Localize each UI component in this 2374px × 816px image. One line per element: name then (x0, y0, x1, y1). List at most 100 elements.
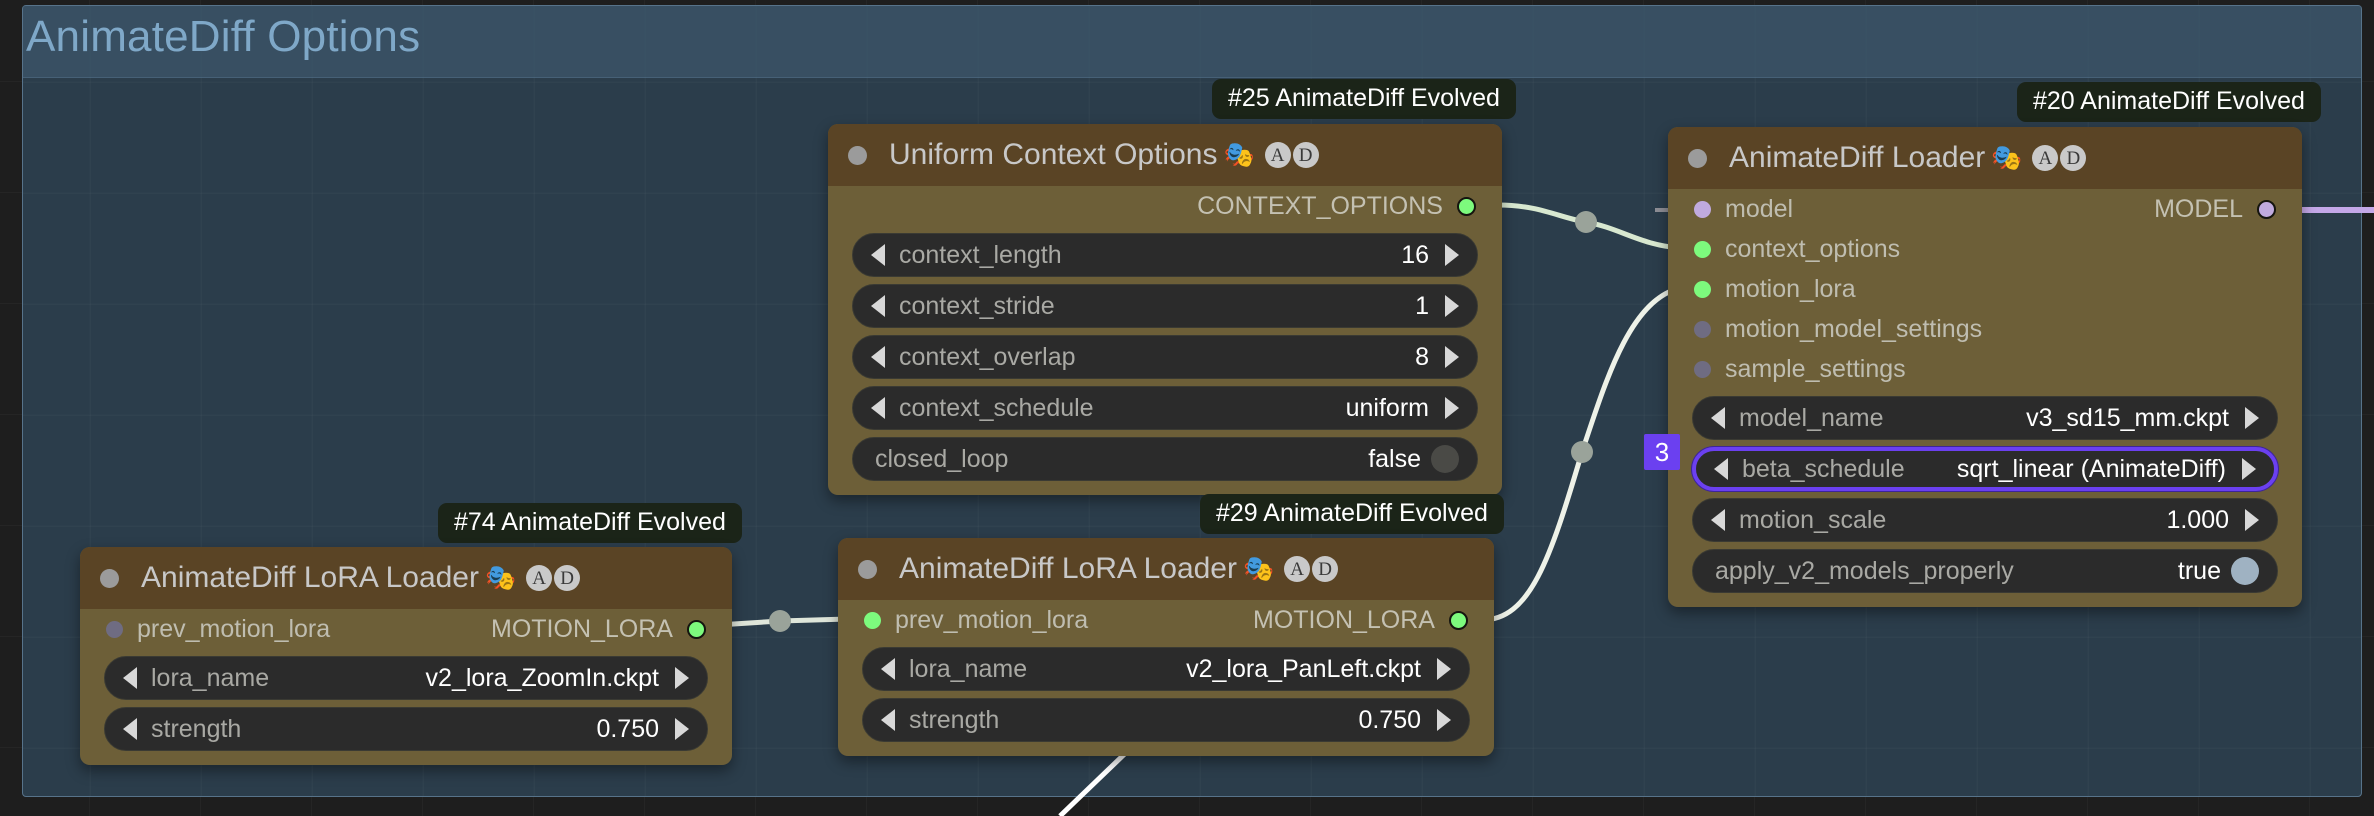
widget-context-stride[interactable]: context_stride 1 (852, 284, 1478, 328)
circled-a-icon: A (2032, 145, 2059, 171)
output-slot-context-options[interactable]: CONTEXT_OPTIONS (828, 186, 1502, 226)
widget-value[interactable]: v2_lora_ZoomIn.ckpt (426, 664, 659, 693)
widget-wrap-closed-loop: closed_loop false (828, 437, 1502, 481)
collapse-dot-icon[interactable] (848, 145, 867, 165)
widget-label: lora_name (151, 663, 270, 692)
input-slot-dot-prev-motion-lora[interactable] (106, 620, 123, 638)
circled-d-icon: D (1312, 556, 1339, 582)
widget-lora-name-74[interactable]: lora_name v2_lora_ZoomIn.ckpt (104, 656, 708, 700)
node-animatediff-loader[interactable]: AnimateDiff Loader 🎭 A D model MODEL con… (1668, 127, 2302, 607)
widget-value[interactable]: sqrt_linear (AnimateDiff) (1957, 455, 2226, 484)
widget-value[interactable]: 8 (1415, 343, 1429, 372)
chevron-right-icon[interactable] (675, 667, 689, 689)
input-slot-dot-motion-lora[interactable] (1694, 280, 1711, 298)
circled-a-icon: A (1264, 142, 1291, 168)
chevron-right-icon[interactable] (1445, 244, 1459, 266)
output-slot-dot-model[interactable] (2257, 199, 2276, 219)
theater-masks-icon: 🎭 (1991, 143, 2023, 172)
widget-value[interactable]: v3_sd15_mm.ckpt (2026, 404, 2229, 433)
output-slot-label: CONTEXT_OPTIONS (1197, 191, 1443, 220)
chevron-left-icon[interactable] (871, 397, 885, 419)
widget-context-schedule[interactable]: context_schedule uniform (852, 386, 1478, 430)
circled-d-icon: D (1292, 142, 1319, 168)
chevron-right-icon[interactable] (675, 718, 689, 740)
chevron-right-icon[interactable] (2245, 509, 2259, 531)
node-title-label-20: AnimateDiff Loader (1729, 141, 1986, 174)
widget-label: strength (909, 705, 1000, 734)
toggle-knob-icon[interactable] (2231, 557, 2259, 585)
widget-beta-schedule[interactable]: beta_schedule sqrt_linear (AnimateDiff) (1692, 447, 2278, 491)
node-badge-29: #29 AnimateDiff Evolved (1200, 494, 1504, 535)
slot-row-model[interactable]: model MODEL (1668, 189, 2302, 229)
node-uniform-context-options[interactable]: Uniform Context Options 🎭 A D CONTEXT_OP… (828, 124, 1502, 495)
slot-row-prev-motion-lora-29[interactable]: prev_motion_lora MOTION_LORA (838, 600, 1494, 640)
widget-value[interactable]: 0.750 (1358, 706, 1421, 735)
widget-wrap-strength-74: strength 0.750 (80, 707, 732, 751)
widget-value[interactable]: 1 (1415, 292, 1429, 321)
node-body-74: prev_motion_lora MOTION_LORA lora_name v… (80, 609, 732, 765)
widget-closed-loop[interactable]: closed_loop false (852, 437, 1478, 481)
output-slot-dot-context-options[interactable] (1457, 196, 1476, 216)
slot-row-sample-settings[interactable]: sample_settings (1668, 349, 2302, 389)
slot-row-context-options[interactable]: context_options (1668, 229, 2302, 269)
widget-value[interactable]: 0.750 (596, 715, 659, 744)
widget-value[interactable]: 1.000 (2166, 506, 2229, 535)
input-slot-dot-motion-model-settings[interactable] (1694, 320, 1711, 338)
node-animatediff-lora-loader-74[interactable]: AnimateDiff LoRA Loader 🎭 A D prev_motio… (80, 547, 732, 765)
input-slot-dot-context-options[interactable] (1694, 240, 1711, 258)
widget-label: motion_scale (1739, 505, 1887, 534)
collapse-dot-icon[interactable] (1688, 148, 1707, 168)
collapse-dot-icon[interactable] (100, 568, 119, 588)
toggle-knob-icon[interactable] (1431, 445, 1459, 473)
chevron-left-icon[interactable] (871, 346, 885, 368)
chevron-left-icon[interactable] (1711, 407, 1725, 429)
input-slot-dot-prev-motion-lora[interactable] (864, 611, 881, 629)
chevron-right-icon[interactable] (1445, 397, 1459, 419)
chevron-right-icon[interactable] (1437, 709, 1451, 731)
widget-motion-scale[interactable]: motion_scale 1.000 (1692, 498, 2278, 542)
node-header-29[interactable]: AnimateDiff LoRA Loader 🎭 A D (838, 538, 1494, 600)
widget-lora-name-29[interactable]: lora_name v2_lora_PanLeft.ckpt (862, 647, 1470, 691)
input-slot-dot-model[interactable] (1694, 200, 1711, 218)
chevron-right-icon[interactable] (2242, 458, 2256, 480)
chevron-left-icon[interactable] (123, 667, 137, 689)
slot-row-motion-lora[interactable]: motion_lora (1668, 269, 2302, 309)
execution-order-badge-3: 3 (1644, 434, 1680, 470)
node-header-25[interactable]: Uniform Context Options 🎭 A D (828, 124, 1502, 186)
widget-context-overlap[interactable]: context_overlap 8 (852, 335, 1478, 379)
chevron-left-icon[interactable] (871, 244, 885, 266)
chevron-right-icon[interactable] (1445, 346, 1459, 368)
widget-label: lora_name (909, 654, 1028, 683)
node-header-74[interactable]: AnimateDiff LoRA Loader 🎭 A D (80, 547, 732, 609)
widget-label: context_schedule (899, 393, 1094, 422)
widget-strength-74[interactable]: strength 0.750 (104, 707, 708, 751)
chevron-left-icon[interactable] (1711, 509, 1725, 531)
node-graph-canvas[interactable]: AnimateDiff Options #25 AnimateDiff Evol… (0, 0, 2374, 816)
widget-model-name[interactable]: model_name v3_sd15_mm.ckpt (1692, 396, 2278, 440)
widget-strength-29[interactable]: strength 0.750 (862, 698, 1470, 742)
input-slot-label: sample_settings (1725, 354, 1906, 383)
chevron-right-icon[interactable] (1437, 658, 1451, 680)
slot-row-prev-motion-lora-74[interactable]: prev_motion_lora MOTION_LORA (80, 609, 732, 649)
slot-row-motion-model-settings[interactable]: motion_model_settings (1668, 309, 2302, 349)
widget-value[interactable]: uniform (1346, 394, 1429, 423)
widget-apply-v2-models-properly[interactable]: apply_v2_models_properly true (1692, 549, 2278, 593)
widget-value[interactable]: v2_lora_PanLeft.ckpt (1186, 655, 1421, 684)
chevron-left-icon[interactable] (1714, 458, 1728, 480)
node-animatediff-lora-loader-29[interactable]: AnimateDiff LoRA Loader 🎭 A D prev_motio… (838, 538, 1494, 756)
input-slot-dot-sample-settings[interactable] (1694, 360, 1711, 378)
chevron-right-icon[interactable] (2245, 407, 2259, 429)
node-header-20[interactable]: AnimateDiff Loader 🎭 A D (1668, 127, 2302, 189)
output-slot-dot-motion-lora[interactable] (1449, 610, 1468, 630)
chevron-left-icon[interactable] (871, 295, 885, 317)
widget-context-length[interactable]: context_length 16 (852, 233, 1478, 277)
chevron-left-icon[interactable] (123, 718, 137, 740)
chevron-right-icon[interactable] (1445, 295, 1459, 317)
widget-label: apply_v2_models_properly (1715, 556, 2014, 585)
widget-label: strength (151, 714, 242, 743)
chevron-left-icon[interactable] (881, 658, 895, 680)
collapse-dot-icon[interactable] (858, 559, 877, 579)
widget-value[interactable]: 16 (1401, 241, 1429, 270)
output-slot-dot-motion-lora[interactable] (687, 619, 706, 639)
chevron-left-icon[interactable] (881, 709, 895, 731)
